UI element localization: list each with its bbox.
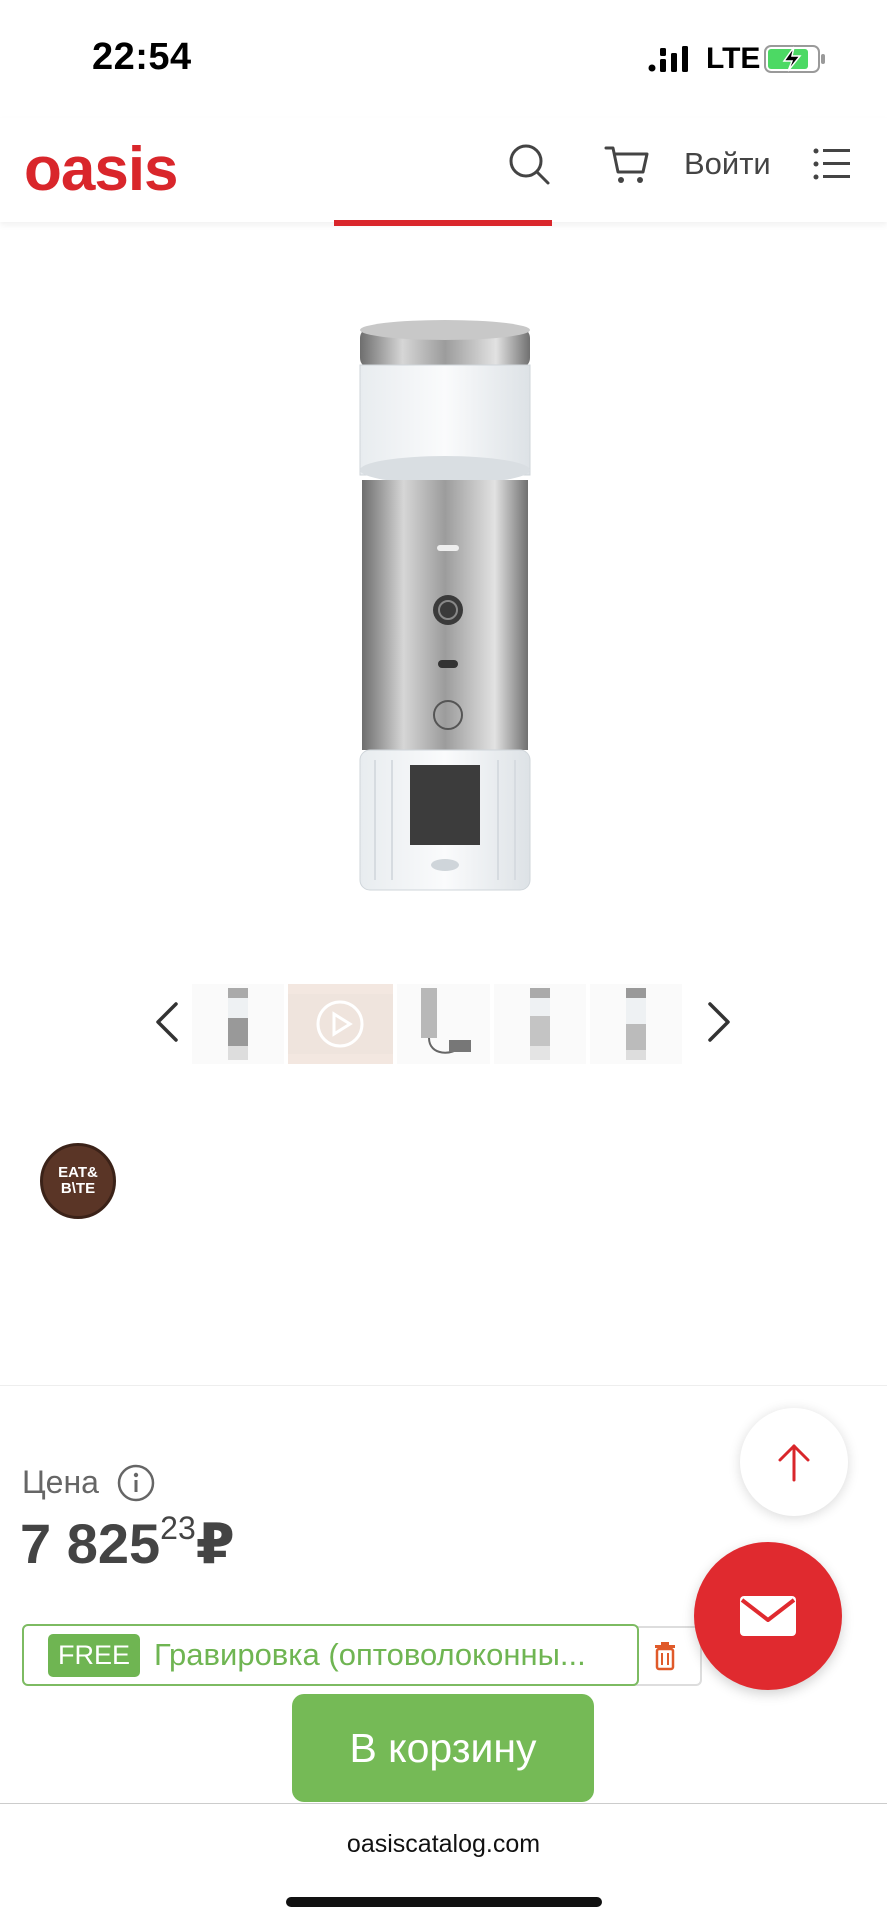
home-indicator[interactable] xyxy=(286,1897,602,1907)
thumbnail-3[interactable] xyxy=(397,984,490,1064)
price-main: 7 825 xyxy=(20,1512,161,1575)
search-icon[interactable] xyxy=(505,140,553,188)
scroll-to-top-button[interactable] xyxy=(740,1408,848,1516)
brand-line-2: B\TE xyxy=(60,1180,96,1197)
status-time: 22:54 xyxy=(92,36,192,78)
contact-mail-button[interactable] xyxy=(694,1542,842,1690)
login-link[interactable]: Войти xyxy=(684,146,771,182)
browser-url-bar[interactable]: oasiscatalog.com xyxy=(0,1803,887,1920)
menu-icon[interactable] xyxy=(812,146,852,182)
option-label: Гравировка (оптоволоконны... xyxy=(154,1637,586,1672)
cart-icon[interactable] xyxy=(603,140,651,188)
chevron-right-icon[interactable] xyxy=(702,1000,736,1044)
price-cents: 23 xyxy=(160,1510,196,1546)
thumbnail-strip xyxy=(192,984,682,1064)
engraving-option[interactable]: FREE Гравировка (оптоволоконны... xyxy=(22,1624,639,1686)
arrow-up-icon xyxy=(778,1444,810,1482)
site-header: oasis Войти xyxy=(0,118,887,222)
mail-icon xyxy=(740,1596,796,1636)
site-logo[interactable]: oasis xyxy=(24,134,179,205)
url-text[interactable]: oasiscatalog.com xyxy=(0,1830,887,1859)
network-label: LTE xyxy=(706,42,761,75)
thumbnail-1[interactable] xyxy=(192,984,285,1064)
active-tab-underline xyxy=(334,220,552,226)
thumbnail-5[interactable] xyxy=(589,984,682,1064)
status-bar: 22:54 LTE xyxy=(0,0,887,118)
brand-logo[interactable]: EAT& B\TE xyxy=(40,1143,116,1219)
battery-charging-icon xyxy=(764,45,825,73)
purchase-panel: Цена 7 82523₽ FREE Гравировка (оптоволок… xyxy=(0,1385,887,1805)
trash-icon xyxy=(655,1642,675,1671)
product-image[interactable] xyxy=(330,310,555,910)
currency: ₽ xyxy=(195,1512,235,1575)
chevron-left-icon[interactable] xyxy=(150,1000,184,1044)
info-icon[interactable] xyxy=(117,1464,155,1502)
free-badge: FREE xyxy=(48,1633,141,1677)
signal-icon xyxy=(648,46,688,72)
thumbnail-video[interactable] xyxy=(288,984,394,1064)
product-price: 7 82523₽ xyxy=(20,1510,235,1577)
remove-option-button[interactable] xyxy=(630,1626,702,1686)
thumbnail-4[interactable] xyxy=(493,984,586,1064)
price-label: Цена xyxy=(22,1464,99,1500)
add-to-cart-button[interactable]: В корзину xyxy=(292,1694,594,1802)
brand-line-1: EAT& xyxy=(58,1164,98,1181)
